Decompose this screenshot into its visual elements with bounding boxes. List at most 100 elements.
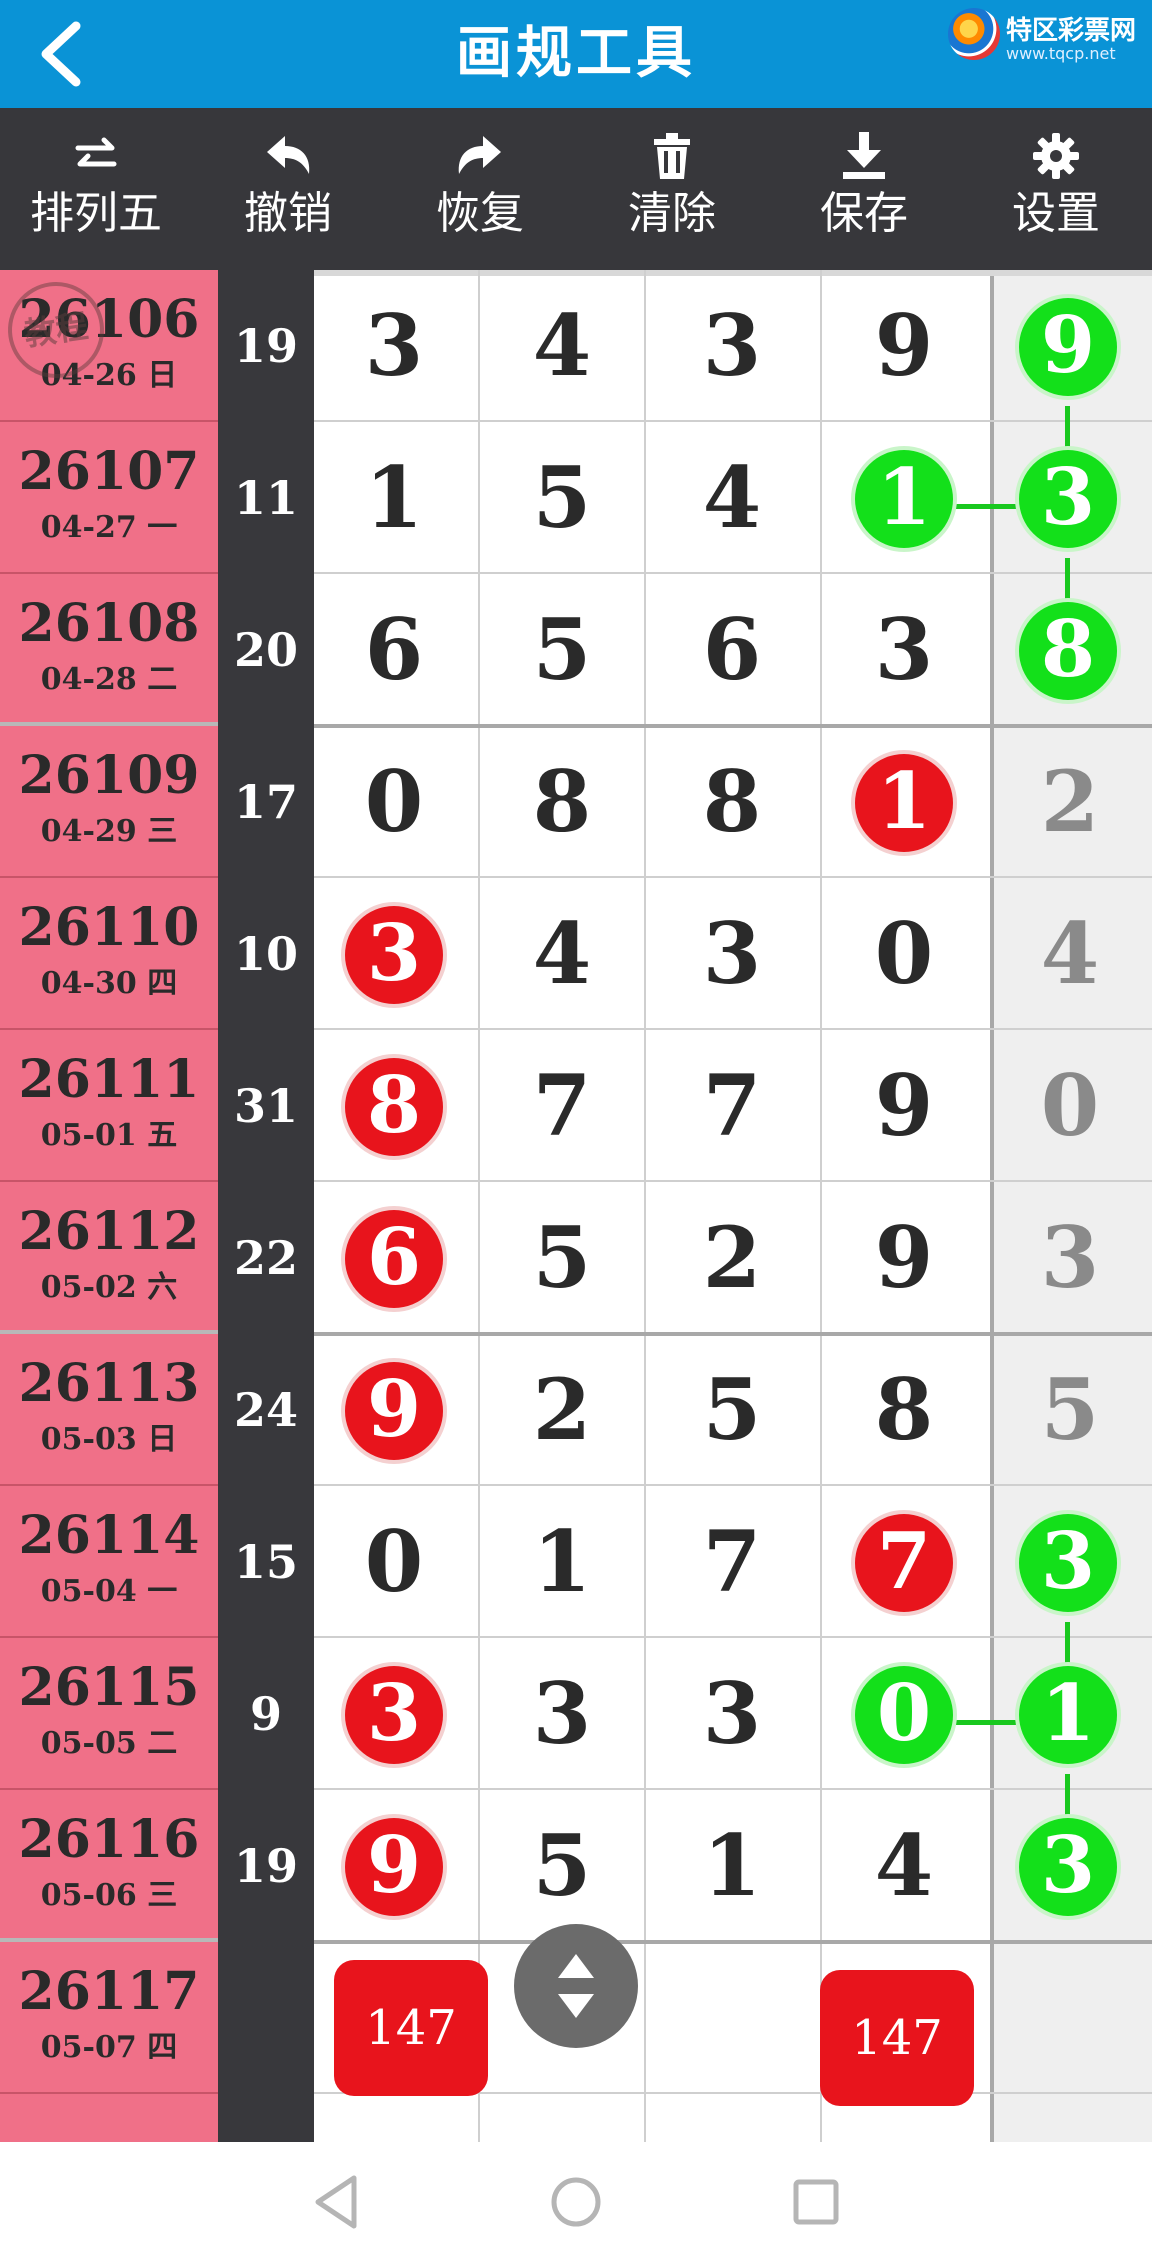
issue-date: 04-27 一 [40, 510, 178, 545]
save-button[interactable]: 保存 [768, 108, 960, 270]
digit-cell[interactable]: 7 [672, 1486, 792, 1638]
digit-cell[interactable]: 2 [502, 1334, 622, 1486]
issue-date: 05-07 四 [40, 2030, 178, 2065]
redo-button[interactable]: 恢复 [384, 108, 576, 270]
nav-home-icon[interactable] [536, 2162, 616, 2242]
digit-cell[interactable]: 0 [844, 878, 964, 1030]
undo-button[interactable]: 撤销 [192, 108, 384, 270]
digit-cell[interactable]: 5 [502, 574, 622, 726]
site-logo: 特区彩票网 www.tqcp.net [948, 8, 1148, 68]
digit-cell[interactable]: 8 [672, 726, 792, 878]
swap-icon [0, 132, 192, 180]
marked-digit-green[interactable]: 8 [1019, 602, 1117, 700]
marked-digit-red[interactable]: 9 [345, 1818, 443, 1916]
digit-cell[interactable]: 9 [844, 1030, 964, 1182]
digit-cell[interactable]: 7 [502, 1030, 622, 1182]
settings-button[interactable]: 设置 [960, 108, 1152, 270]
digit-cell[interactable]: 8 [502, 726, 622, 878]
issue-row: 26111 05-01 五 [0, 1030, 218, 1182]
marked-digit-red[interactable]: 8 [345, 1058, 443, 1156]
digit-cell[interactable]: 3 [334, 270, 454, 422]
digit-cell[interactable]: 3 [844, 574, 964, 726]
clear-button[interactable]: 清除 [576, 108, 768, 270]
tool-label: 排列五 [30, 188, 162, 239]
marked-digit-red[interactable]: 9 [345, 1362, 443, 1460]
sum-column: 19 11 20 17 10 31 22 24 15 9 19 [218, 270, 314, 2142]
marked-digit-green[interactable]: 1 [1019, 1666, 1117, 1764]
issue-date: 04-29 三 [40, 814, 178, 849]
sum-value: 15 [233, 1535, 298, 1589]
marked-digit-green[interactable]: 9 [1019, 298, 1117, 396]
gear-icon [960, 132, 1152, 180]
marked-digit-green[interactable]: 3 [1019, 450, 1117, 548]
digit-cell[interactable]: 1 [334, 422, 454, 574]
marked-digit-red[interactable]: 7 [855, 1514, 953, 1612]
issue-date: 04-30 四 [40, 966, 178, 1001]
digit-cell[interactable]: 2 [672, 1182, 792, 1334]
issue-number: 26115 [18, 1657, 200, 1718]
digit-cell[interactable]: 3 [502, 1638, 622, 1790]
trash-icon [576, 132, 768, 180]
digit-cell[interactable]: 0 [1010, 1030, 1130, 1182]
digit-cell[interactable]: 5 [502, 422, 622, 574]
digit-cell[interactable]: 4 [1010, 878, 1130, 1030]
prediction-pill[interactable]: 147 [820, 1970, 974, 2106]
undo-icon [192, 132, 384, 180]
digit-cell[interactable]: 9 [844, 270, 964, 422]
digit-cell[interactable]: 4 [672, 422, 792, 574]
digit-cell[interactable]: 5 [502, 1182, 622, 1334]
logo-url: www.tqcp.net [1006, 44, 1116, 63]
digit-cell[interactable]: 4 [502, 270, 622, 422]
sum-value: 11 [233, 471, 298, 525]
tool-label: 恢复 [436, 188, 524, 239]
marked-digit-green[interactable]: 0 [855, 1666, 953, 1764]
issue-row: 26108 04-28 二 [0, 574, 218, 726]
nav-recents-icon[interactable] [776, 2162, 856, 2242]
grid-divider [644, 270, 646, 2142]
drawing-grid[interactable]: 3 4 3 9 9 1 5 4 1 3 6 5 6 3 8 0 8 8 1 2 … [314, 270, 1152, 2142]
nav-back-icon[interactable] [296, 2162, 376, 2242]
digit-cell[interactable]: 5 [1010, 1334, 1130, 1486]
digit-cell[interactable]: 5 [672, 1334, 792, 1486]
lottery-type-button[interactable]: 排列五 [0, 108, 192, 270]
scroll-toggle-button[interactable] [514, 1924, 638, 2048]
digit-cell[interactable]: 6 [334, 574, 454, 726]
digit-cell[interactable]: 8 [844, 1334, 964, 1486]
digit-cell[interactable]: 4 [844, 1790, 964, 1942]
digit-cell[interactable]: 7 [672, 1030, 792, 1182]
digit-cell[interactable]: 6 [672, 574, 792, 726]
digit-cell[interactable]: 5 [502, 1790, 622, 1942]
digit-cell[interactable]: 3 [672, 270, 792, 422]
issue-date: 05-06 三 [40, 1878, 178, 1913]
marked-digit-red[interactable]: 1 [855, 754, 953, 852]
marked-digit-green[interactable]: 3 [1019, 1818, 1117, 1916]
sum-value: 19 [233, 319, 298, 373]
digit-cell[interactable]: 0 [334, 726, 454, 878]
sum-value: 24 [233, 1383, 298, 1437]
digit-cell[interactable]: 1 [672, 1790, 792, 1942]
digit-cell[interactable]: 3 [672, 1638, 792, 1790]
marked-digit-red[interactable]: 3 [345, 1666, 443, 1764]
marked-digit-red[interactable]: 3 [345, 906, 443, 1004]
grid-divider [478, 270, 480, 2142]
issue-row: 26109 04-29 三 [0, 726, 218, 878]
sum-value: 17 [233, 775, 298, 829]
marked-digit-red[interactable]: 6 [345, 1210, 443, 1308]
digit-cell[interactable]: 0 [334, 1486, 454, 1638]
digit-cell[interactable]: 1 [502, 1486, 622, 1638]
issue-number: 26109 [18, 745, 200, 806]
issue-date: 05-01 五 [40, 1118, 178, 1153]
digit-cell[interactable]: 2 [1010, 726, 1130, 878]
issue-number: 26112 [18, 1201, 200, 1262]
digit-cell[interactable]: 9 [844, 1182, 964, 1334]
sum-value: 22 [233, 1231, 298, 1285]
marked-digit-green[interactable]: 1 [855, 450, 953, 548]
digit-cell[interactable]: 4 [502, 878, 622, 1030]
issue-number: 26110 [18, 897, 200, 958]
digit-cell[interactable]: 3 [672, 878, 792, 1030]
marked-digit-green[interactable]: 3 [1019, 1514, 1117, 1612]
issue-row: 26114 05-04 一 [0, 1486, 218, 1638]
prediction-pill[interactable]: 147 [334, 1960, 488, 2096]
digit-cell[interactable]: 3 [1010, 1182, 1130, 1334]
logo-text: 特区彩票网 [1006, 16, 1137, 46]
